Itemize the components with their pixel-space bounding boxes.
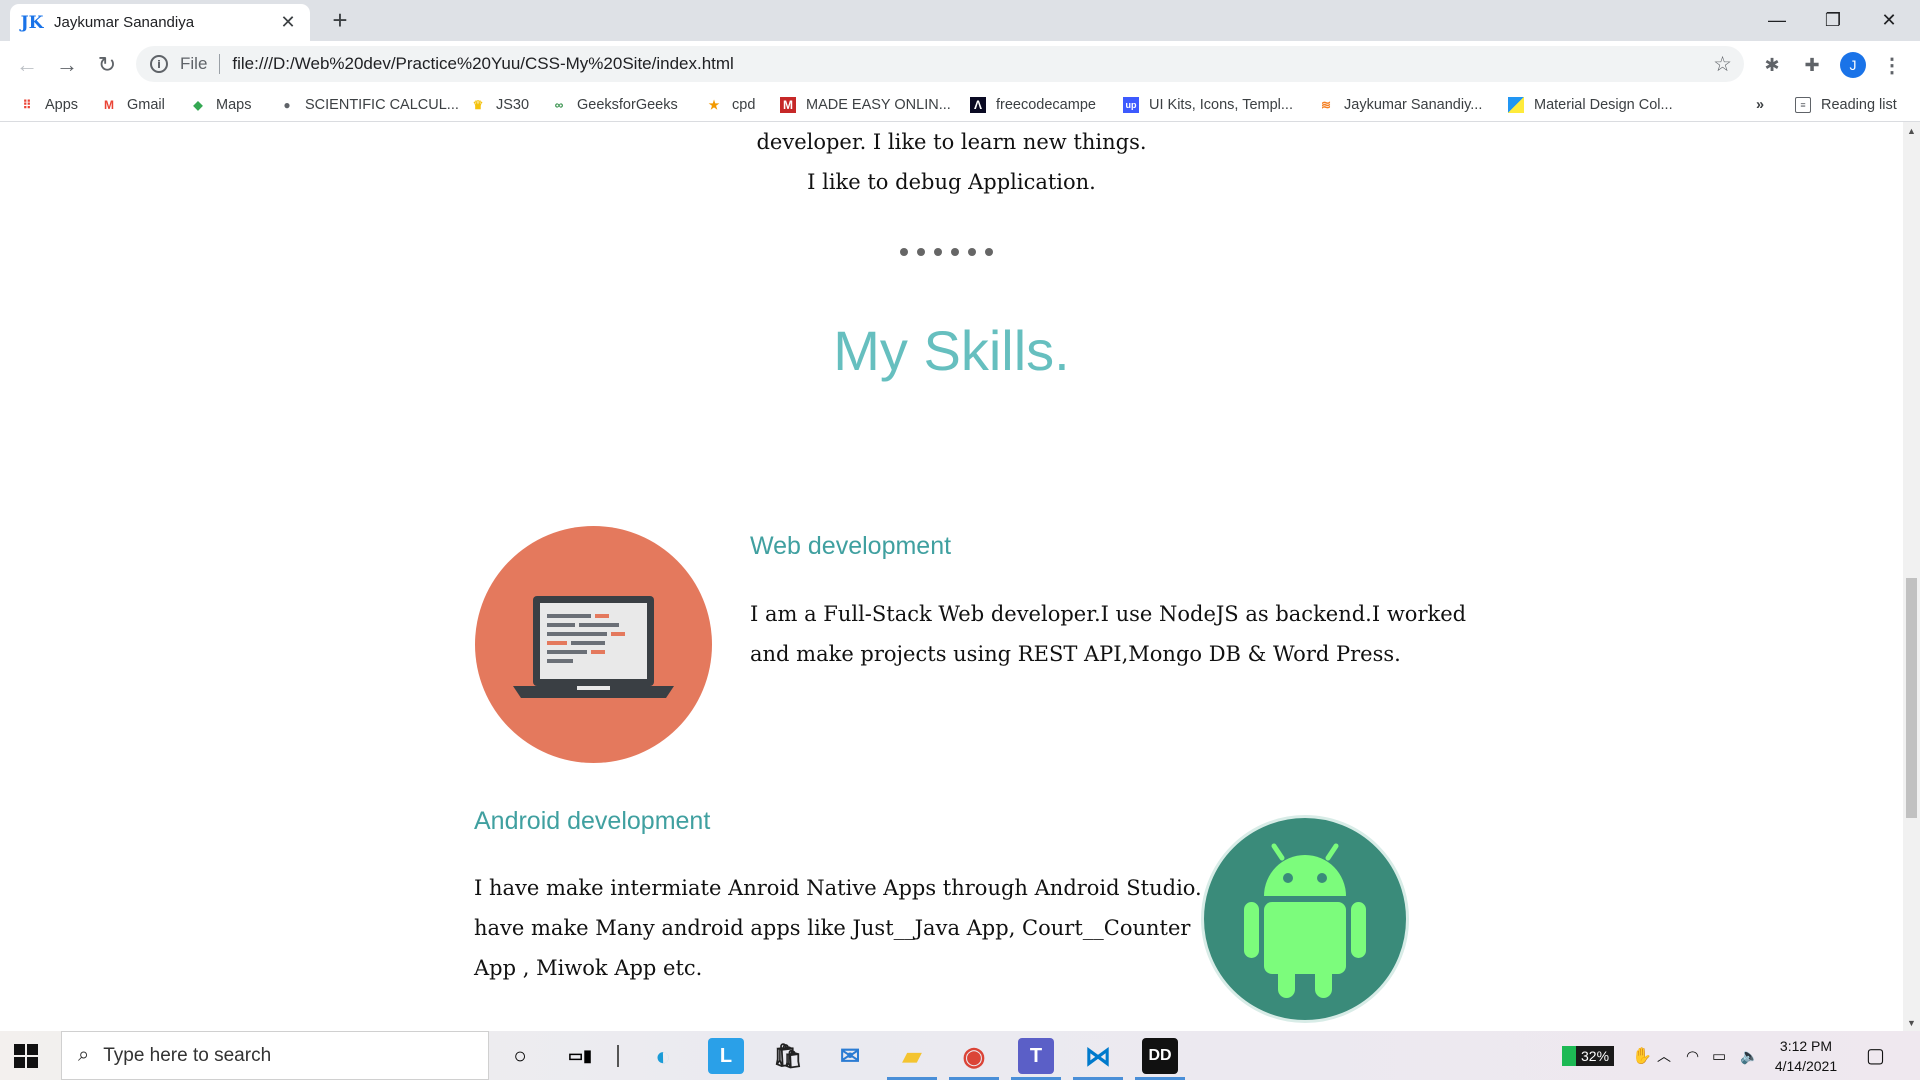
apps-grid-icon: ⠿ bbox=[22, 98, 32, 112]
l-app-icon[interactable]: L bbox=[708, 1038, 744, 1074]
chevron-up-icon[interactable]: ︿ bbox=[1657, 1031, 1671, 1080]
volume-icon[interactable]: 🔈 bbox=[1740, 1031, 1759, 1080]
skill-text-web-line1: I am a Full-Stack Web developer.I use No… bbox=[750, 602, 1467, 626]
android-dev-image bbox=[1201, 815, 1409, 1023]
bookmark-made-easy[interactable]: M MADE EASY ONLIN... bbox=[780, 94, 951, 116]
menu-kebab-icon[interactable]: ⋮ bbox=[1880, 53, 1904, 77]
address-bar[interactable]: i File file:///D:/Web%20dev/Practice%20Y… bbox=[136, 46, 1744, 82]
dotted-divider bbox=[900, 248, 993, 256]
crown-icon: ♛ bbox=[472, 98, 484, 112]
bookmark-jaykumar[interactable]: ≋ Jaykumar Sanandiy... bbox=[1318, 94, 1482, 116]
chrome-icon[interactable]: ◉ bbox=[956, 1038, 992, 1074]
back-button[interactable]: ← bbox=[13, 51, 41, 79]
clock-time: 3:12 PM bbox=[1779, 1037, 1833, 1054]
bookmark-js30[interactable]: ♛ JS30 bbox=[470, 94, 529, 116]
jk-favicon-icon: JK bbox=[20, 12, 44, 33]
stackoverflow-icon: ≋ bbox=[1320, 98, 1332, 112]
extensions-puzzle-icon[interactable]: ✚ bbox=[1800, 53, 1824, 77]
minimize-button[interactable]: — bbox=[1749, 0, 1805, 41]
bookmark-scientific-calc[interactable]: ● SCIENTIFIC CALCUL... bbox=[279, 94, 459, 116]
section-title: My Skills. bbox=[833, 319, 1070, 382]
edge-icon[interactable]: ◐ bbox=[645, 1038, 681, 1074]
browser-toolbar: ← → ↻ i File file:///D:/Web%20dev/Practi… bbox=[0, 41, 1920, 88]
bookmark-gmail[interactable]: M Gmail bbox=[101, 94, 165, 116]
android-icon bbox=[1244, 843, 1366, 998]
new-tab-button[interactable]: + bbox=[326, 5, 354, 35]
scroll-up-arrow-icon[interactable]: ▲ bbox=[1903, 122, 1920, 139]
geeksforgeeks-icon: ∞ bbox=[554, 98, 564, 112]
laptop-icon bbox=[513, 596, 674, 698]
star-icon: ★ bbox=[708, 98, 720, 112]
reload-button[interactable]: ↻ bbox=[93, 51, 121, 79]
web-dev-image bbox=[475, 526, 712, 763]
scroll-thumb[interactable] bbox=[1906, 578, 1917, 818]
bug-extension-icon[interactable]: ✱ bbox=[1760, 53, 1784, 77]
url-text[interactable]: file:///D:/Web%20dev/Practice%20Yuu/CSS-… bbox=[232, 54, 733, 74]
intro-line-2: I like to debug Application. bbox=[807, 170, 1096, 194]
bookmark-material-design[interactable]: Material Design Col... bbox=[1508, 94, 1673, 116]
profile-avatar[interactable]: J bbox=[1840, 52, 1866, 78]
clock-date: 4/14/2021 bbox=[1774, 1057, 1838, 1074]
freecodecamp-icon: Λ bbox=[970, 97, 986, 113]
vscode-icon[interactable]: ⋈ bbox=[1080, 1038, 1116, 1074]
wifi-icon[interactable]: ◠ bbox=[1686, 1031, 1699, 1080]
store-icon[interactable]: 🛍 bbox=[770, 1038, 806, 1074]
tab-strip: JK Jaykumar Sanandiya ✕ + — ❐ ✕ bbox=[0, 0, 1920, 41]
bookmark-geeksforgeeks[interactable]: ∞ GeeksforGeeks bbox=[551, 94, 678, 116]
battery-icon[interactable]: ▭ bbox=[1712, 1031, 1726, 1080]
scroll-down-arrow-icon[interactable]: ▼ bbox=[1903, 1014, 1920, 1031]
intro-line-1: developer. I like to learn new things. bbox=[756, 130, 1147, 154]
search-placeholder: Type here to search bbox=[103, 1044, 272, 1066]
battery-indicator[interactable]: 32% bbox=[1562, 1031, 1615, 1080]
reading-list-icon: ≡ bbox=[1795, 97, 1811, 113]
page-scrollbar[interactable]: ▲ ▼ bbox=[1903, 122, 1920, 1031]
tab-title: Jaykumar Sanandiya bbox=[54, 14, 195, 31]
windows-taskbar: ⌕ Type here to search ○ ▭▮ ◐ L 🛍 ✉ ▰ ◉ T… bbox=[0, 1031, 1920, 1080]
file-explorer-icon[interactable]: ▰ bbox=[894, 1038, 930, 1074]
bookmarks-overflow-button[interactable]: » bbox=[1756, 94, 1764, 116]
clock[interactable]: 3:12 PM 4/14/2021 bbox=[1770, 1031, 1842, 1080]
bookmark-cpd[interactable]: ★ cpd bbox=[706, 94, 756, 116]
skill-text-web-line2: and make projects using REST API,Mongo D… bbox=[750, 642, 1401, 666]
browser-tab[interactable]: JK Jaykumar Sanandiya ✕ bbox=[10, 4, 310, 41]
task-view-icon[interactable]: ▭▮ bbox=[562, 1038, 598, 1074]
hand-icon[interactable]: ✋ bbox=[1632, 1031, 1652, 1080]
skill-heading-android: Android development bbox=[474, 807, 711, 835]
bookmark-maps[interactable]: ◆ Maps bbox=[190, 94, 251, 116]
bookmarks-bar: ⠿ Apps M Gmail ◆ Maps ● SCIENTIFIC CALCUL...… bbox=[0, 88, 1920, 122]
page-viewport: developer. I like to learn new things. I… bbox=[0, 122, 1903, 1031]
skill-heading-web: Web development bbox=[750, 532, 952, 560]
maps-icon: ◆ bbox=[193, 98, 203, 112]
battery-percentage: 32% bbox=[1562, 1045, 1615, 1066]
skill-text-android-line3: App , Miwok App etc. bbox=[474, 956, 703, 980]
skill-text-android-line2: have make Many android apps like Just__J… bbox=[474, 916, 1191, 940]
url-scheme-label: File bbox=[180, 54, 208, 73]
madeeasy-icon: M bbox=[780, 97, 796, 113]
bookmark-freecodecamp[interactable]: Λfreecodecampe bbox=[970, 94, 1096, 116]
skill-text-android-line1: I have make intermiate Anroid Native App… bbox=[474, 876, 1217, 900]
teams-icon[interactable]: T bbox=[1018, 1038, 1054, 1074]
notifications-icon[interactable]: ▢ bbox=[1866, 1031, 1885, 1080]
dolby-icon[interactable]: DD bbox=[1142, 1038, 1178, 1074]
material-icon bbox=[1508, 97, 1524, 113]
bookmark-ui-kits[interactable]: up UI Kits, Icons, Templ... bbox=[1123, 94, 1293, 116]
bookmark-apps[interactable]: ⠿ Apps bbox=[19, 94, 78, 116]
uplabs-icon: up bbox=[1123, 97, 1139, 113]
info-icon[interactable]: i bbox=[150, 55, 168, 73]
taskbar-search-box[interactable]: ⌕ Type here to search bbox=[61, 1031, 489, 1080]
gmail-icon: M bbox=[104, 98, 114, 112]
reading-list-button[interactable]: ≡ Reading list bbox=[1795, 94, 1897, 116]
close-tab-icon[interactable]: ✕ bbox=[278, 12, 298, 33]
search-icon: ⌕ bbox=[78, 1044, 90, 1066]
close-window-button[interactable]: ✕ bbox=[1861, 0, 1917, 41]
bookmark-star-icon[interactable]: ☆ bbox=[1713, 52, 1732, 77]
mail-icon[interactable]: ✉ bbox=[832, 1038, 868, 1074]
forward-button[interactable]: → bbox=[53, 51, 81, 79]
cortana-icon[interactable]: ○ bbox=[502, 1038, 538, 1074]
windows-start-icon[interactable] bbox=[14, 1044, 38, 1068]
globe-icon: ● bbox=[283, 98, 291, 112]
taskbar-divider bbox=[617, 1045, 619, 1067]
divider bbox=[219, 54, 221, 74]
restore-button[interactable]: ❐ bbox=[1805, 0, 1861, 41]
